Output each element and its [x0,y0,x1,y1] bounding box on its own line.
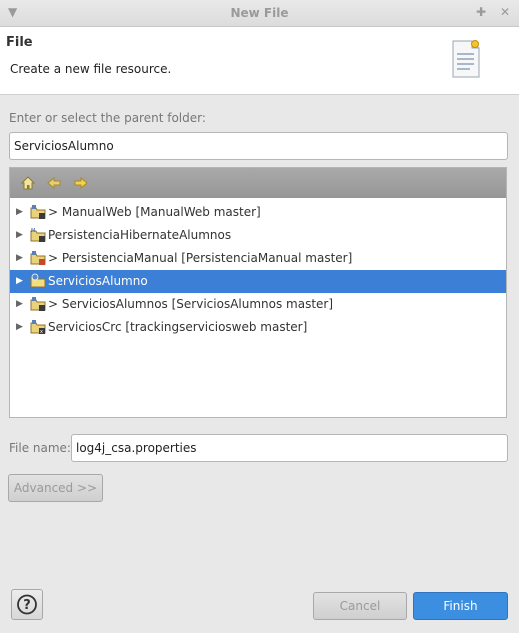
tree-item-servicioscrc[interactable]: ▶ x ServiciosCrc [trackingserviciosweb m… [10,316,506,339]
parent-folder-input[interactable]: ServiciosAlumno [9,132,508,160]
expand-arrow-icon[interactable]: ▶ [16,316,23,339]
window-title: New File [230,6,289,20]
svg-text:x: x [40,329,43,335]
wizard-title: File [6,35,33,50]
git-project-icon [30,251,46,265]
expand-arrow-icon[interactable]: ▶ [16,224,23,247]
help-icon: ? [17,594,37,615]
tree-toolbar [10,168,506,198]
parent-folder-label: Enter or select the parent folder: [9,111,206,125]
svg-text:M: M [31,228,35,234]
title-bar: ▼ New File ✚ ✕ [0,0,519,27]
tree-item-persistenciahibernatealumnos[interactable]: ▶ M PersistenciaHibernateAlumnos [10,224,506,247]
file-name-label: File name: [9,441,71,455]
maximize-icon[interactable]: ✚ [476,5,486,19]
new-file-icon [452,40,480,78]
finish-button[interactable]: Finish [413,592,508,620]
advanced-button[interactable]: Advanced >> [8,474,103,502]
svg-text:?: ? [23,598,31,613]
forward-arrow-icon[interactable] [73,175,89,191]
tree-item-persistenciamanual[interactable]: ▶ > PersistenciaManual [PersistenciaManu… [10,247,506,270]
web-project-icon [30,273,46,288]
back-arrow-icon[interactable] [46,175,62,191]
folder-tree[interactable]: ▶ > ManualWeb [ManualWeb master] ▶ M Per… [9,167,507,418]
wizard-header: File Create a new file resource. [0,27,519,95]
git-project-icon [30,297,46,311]
file-name-input[interactable]: log4j_csa.properties [71,434,508,462]
home-icon[interactable] [20,175,36,191]
help-button[interactable]: ? [11,589,43,620]
expand-arrow-icon[interactable]: ▶ [16,270,23,293]
maven-project-icon: M [30,228,46,242]
cancel-button[interactable]: Cancel [313,592,407,620]
close-icon[interactable]: ✕ [500,5,510,19]
tree-item-serviciosalumnos[interactable]: ▶ > ServiciosAlumnos [ServiciosAlumnos m… [10,293,506,316]
tree-item-manualweb[interactable]: ▶ > ManualWeb [ManualWeb master] [10,201,506,224]
git-project-icon: x [30,320,46,335]
expand-arrow-icon[interactable]: ▶ [16,247,23,270]
expand-arrow-icon[interactable]: ▶ [16,293,23,316]
tree-item-serviciosalumno[interactable]: ▶ ServiciosAlumno [10,270,506,293]
git-project-icon [30,205,46,219]
expand-arrow-icon[interactable]: ▶ [16,201,23,224]
wizard-description: Create a new file resource. [10,62,172,76]
